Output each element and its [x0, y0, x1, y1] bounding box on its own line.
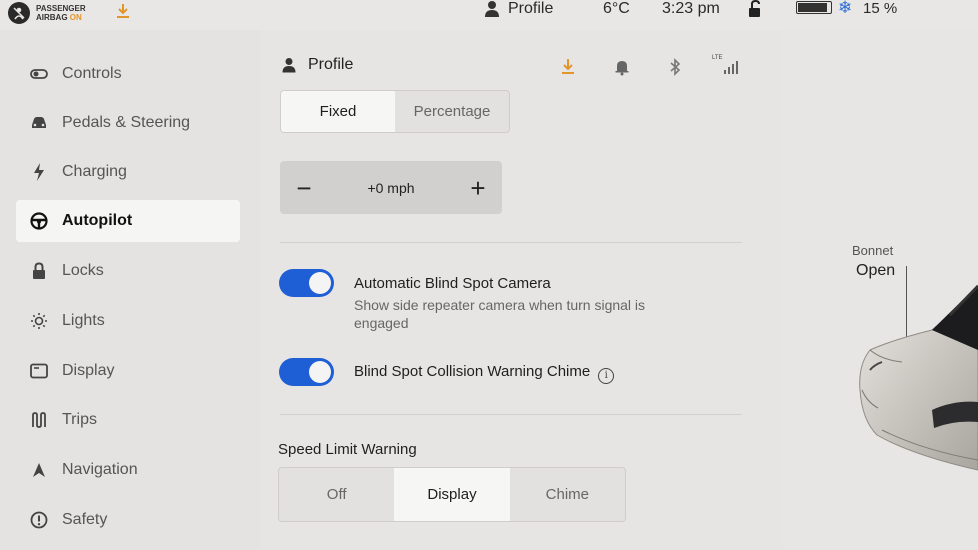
offset-mode-fixed[interactable]: Fixed: [281, 91, 395, 132]
sidebar-item-label: Navigation: [62, 461, 138, 478]
navigation-icon: [30, 461, 48, 479]
autopilot-settings-panel: Profile LTE Fixed Percentage − +0 mph + …: [260, 30, 782, 550]
outside-temperature: 6°C: [603, 0, 630, 17]
decrease-offset-button[interactable]: −: [292, 175, 316, 201]
sidebar-item-label: Pedals & Steering: [62, 114, 191, 131]
battery-indicator: [796, 1, 832, 14]
lightning-icon: [30, 163, 48, 181]
divider: [280, 242, 742, 243]
bluetooth-icon[interactable]: [668, 58, 686, 76]
airbag-line1: PASSENGER: [36, 4, 86, 13]
sidebar-item-label: Charging: [62, 163, 127, 180]
toggle-knob: [309, 361, 331, 383]
sidebar-item-controls[interactable]: Controls: [16, 53, 240, 95]
sidebar-item-label: Display: [62, 362, 115, 379]
speed-limit-warning-off[interactable]: Off: [279, 468, 394, 521]
blind-spot-chime-title: Blind Spot Collision Warning Chime: [354, 363, 591, 380]
top-profile-button[interactable]: Profile: [484, 0, 553, 18]
lte-signal-icon: LTE: [710, 55, 740, 75]
safety-icon: [30, 511, 48, 529]
battery-fill: [798, 3, 827, 12]
car-status-panel: Bonnet Open: [782, 30, 978, 550]
trips-icon: [30, 411, 48, 429]
download-icon[interactable]: [114, 2, 132, 20]
toggle-icon: [30, 65, 48, 83]
display-icon: [30, 362, 48, 380]
steering-wheel-icon: [30, 212, 48, 230]
sidebar-item-label: Controls: [62, 65, 122, 82]
sidebar-item-label: Safety: [62, 511, 108, 528]
increase-offset-button[interactable]: +: [466, 175, 490, 201]
blind-spot-camera-title: Automatic Blind Spot Camera: [354, 275, 551, 292]
car-icon: [30, 114, 48, 132]
status-bar: PASSENGER AIRBAG ON Profile 6°C 3:23 pm …: [0, 0, 978, 30]
sidebar-item-label: Locks: [62, 262, 104, 279]
sidebar-item-trips[interactable]: Trips: [16, 399, 240, 441]
download-icon[interactable]: [559, 58, 577, 76]
top-profile-label: Profile: [508, 0, 554, 17]
speed-limit-warning-selector: Off Display Chime: [278, 467, 626, 522]
sidebar-item-pedals-steering[interactable]: Pedals & Steering: [16, 102, 240, 144]
speed-limit-warning-display[interactable]: Display: [394, 468, 510, 521]
sidebar-item-lights[interactable]: Lights: [16, 300, 240, 342]
sidebar-item-navigation[interactable]: Navigation: [16, 449, 240, 491]
blind-spot-chime-toggle[interactable]: [279, 358, 334, 386]
speed-offset-value: +0 mph: [367, 179, 415, 196]
sidebar-item-label: Lights: [62, 312, 105, 329]
person-icon: [282, 58, 296, 73]
sidebar-item-autopilot[interactable]: Autopilot: [16, 200, 240, 242]
sidebar-item-charging[interactable]: Charging: [16, 151, 240, 193]
info-icon[interactable]: i: [598, 367, 615, 384]
speed-offset-stepper: − +0 mph +: [280, 161, 502, 214]
profile-header[interactable]: Profile: [282, 56, 353, 74]
sidebar-item-display[interactable]: Display: [16, 350, 240, 392]
speed-limit-warning-label: Speed Limit Warning: [278, 441, 417, 458]
unlock-icon[interactable]: [746, 0, 764, 18]
clock: 3:23 pm: [662, 0, 720, 17]
battery-percent: 15 %: [863, 0, 898, 17]
profile-header-title: Profile: [308, 56, 354, 73]
bell-icon[interactable]: [614, 58, 632, 76]
settings-sidebar: Controls Pedals & Steering Charging Auto…: [0, 30, 260, 550]
blind-spot-camera-description: Show side repeater camera when turn sign…: [354, 297, 646, 331]
person-icon: [485, 1, 499, 17]
lock-icon: [30, 262, 48, 280]
sun-icon: [30, 312, 48, 330]
offset-mode-selector: Fixed Percentage: [280, 90, 510, 133]
car-image[interactable]: [782, 30, 978, 550]
speed-limit-warning-chime[interactable]: Chime: [510, 468, 625, 521]
sidebar-item-safety[interactable]: Safety: [16, 499, 240, 541]
sidebar-item-label: Trips: [62, 411, 97, 428]
sidebar-item-locks[interactable]: Locks: [16, 250, 240, 292]
blind-spot-camera-toggle[interactable]: [279, 269, 334, 297]
passenger-airbag-indicator: PASSENGER AIRBAG ON: [8, 2, 86, 24]
sidebar-item-label: Autopilot: [62, 212, 133, 229]
divider: [280, 414, 742, 415]
airbag-state: ON: [69, 13, 82, 22]
offset-mode-percentage[interactable]: Percentage: [395, 91, 509, 132]
blind-spot-chime-row: Blind Spot Collision Warning Chime i: [354, 363, 615, 384]
airbag-line2: AIRBAG: [36, 13, 68, 22]
toggle-knob: [309, 272, 331, 294]
airbag-icon: [8, 2, 30, 24]
snowflake-icon: ❄: [838, 0, 853, 17]
